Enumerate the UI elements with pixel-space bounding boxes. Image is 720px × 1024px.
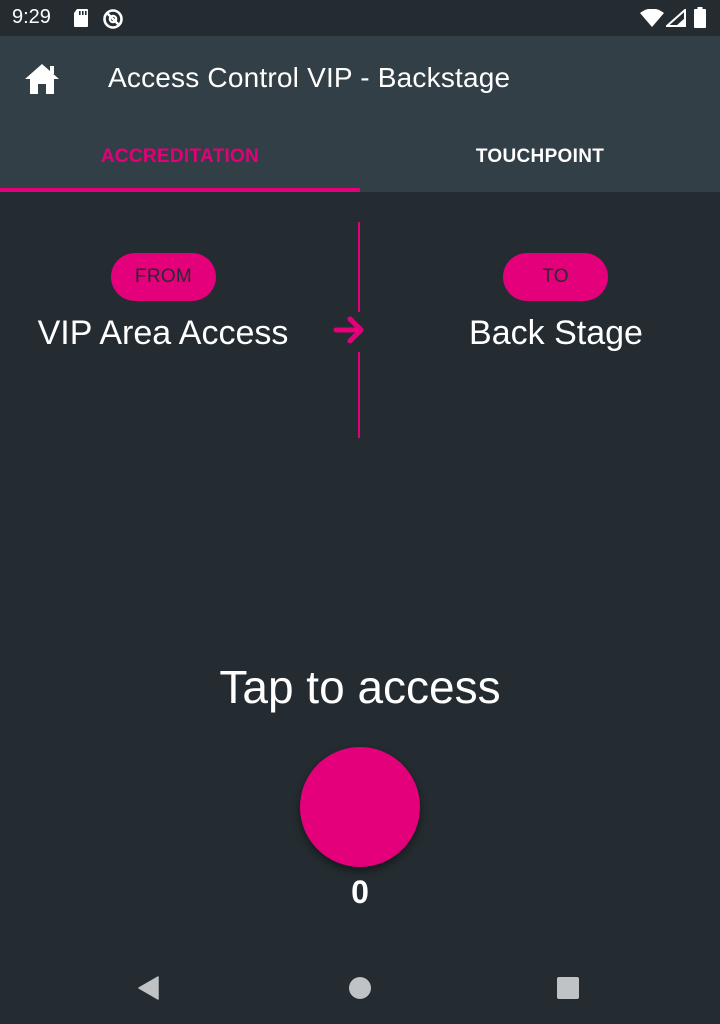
page-title: Access Control VIP - Backstage	[108, 62, 511, 93]
tab-bar: ACCREDITATION TOUCHPOINT	[0, 124, 720, 192]
signal-icon	[664, 7, 686, 32]
sd-card-icon	[72, 8, 90, 33]
home-circle-icon[interactable]	[346, 974, 374, 1002]
app-bar: Access Control VIP - Backstage	[0, 36, 720, 124]
route-divider-bottom	[358, 352, 360, 438]
home-icon[interactable]	[24, 62, 60, 96]
tap-instruction: Tap to access	[219, 661, 501, 713]
active-tab-indicator	[0, 188, 360, 192]
status-bar: 9:29	[0, 0, 720, 36]
back-icon[interactable]	[136, 974, 164, 1002]
battery-icon	[694, 7, 706, 33]
no-sync-icon	[102, 8, 124, 35]
access-counter: 0	[351, 874, 369, 910]
route-divider-top	[358, 222, 360, 312]
arrow-right-icon	[333, 314, 367, 346]
navigation-bar	[0, 952, 720, 1024]
tab-accreditation-label: ACCREDITATION	[100, 146, 260, 167]
tab-touchpoint-label: TOUCHPOINT	[475, 146, 605, 167]
from-location: VIP Area Access	[37, 314, 289, 352]
tab-touchpoint[interactable]: TOUCHPOINT	[360, 124, 720, 192]
from-badge: FROM	[111, 253, 216, 301]
tab-accreditation[interactable]: ACCREDITATION	[0, 124, 360, 192]
to-badge-label: TO	[542, 266, 569, 287]
wifi-icon	[640, 8, 664, 32]
to-badge: TO	[503, 253, 608, 301]
from-badge-label: FROM	[134, 266, 193, 287]
screen: 9:29 Access Control VIP - Backstage ACCR…	[0, 0, 720, 1024]
tap-access-button[interactable]	[300, 747, 420, 867]
recents-icon[interactable]	[554, 974, 582, 1002]
status-time: 9:29	[12, 6, 51, 28]
to-location: Back Stage	[469, 314, 643, 352]
